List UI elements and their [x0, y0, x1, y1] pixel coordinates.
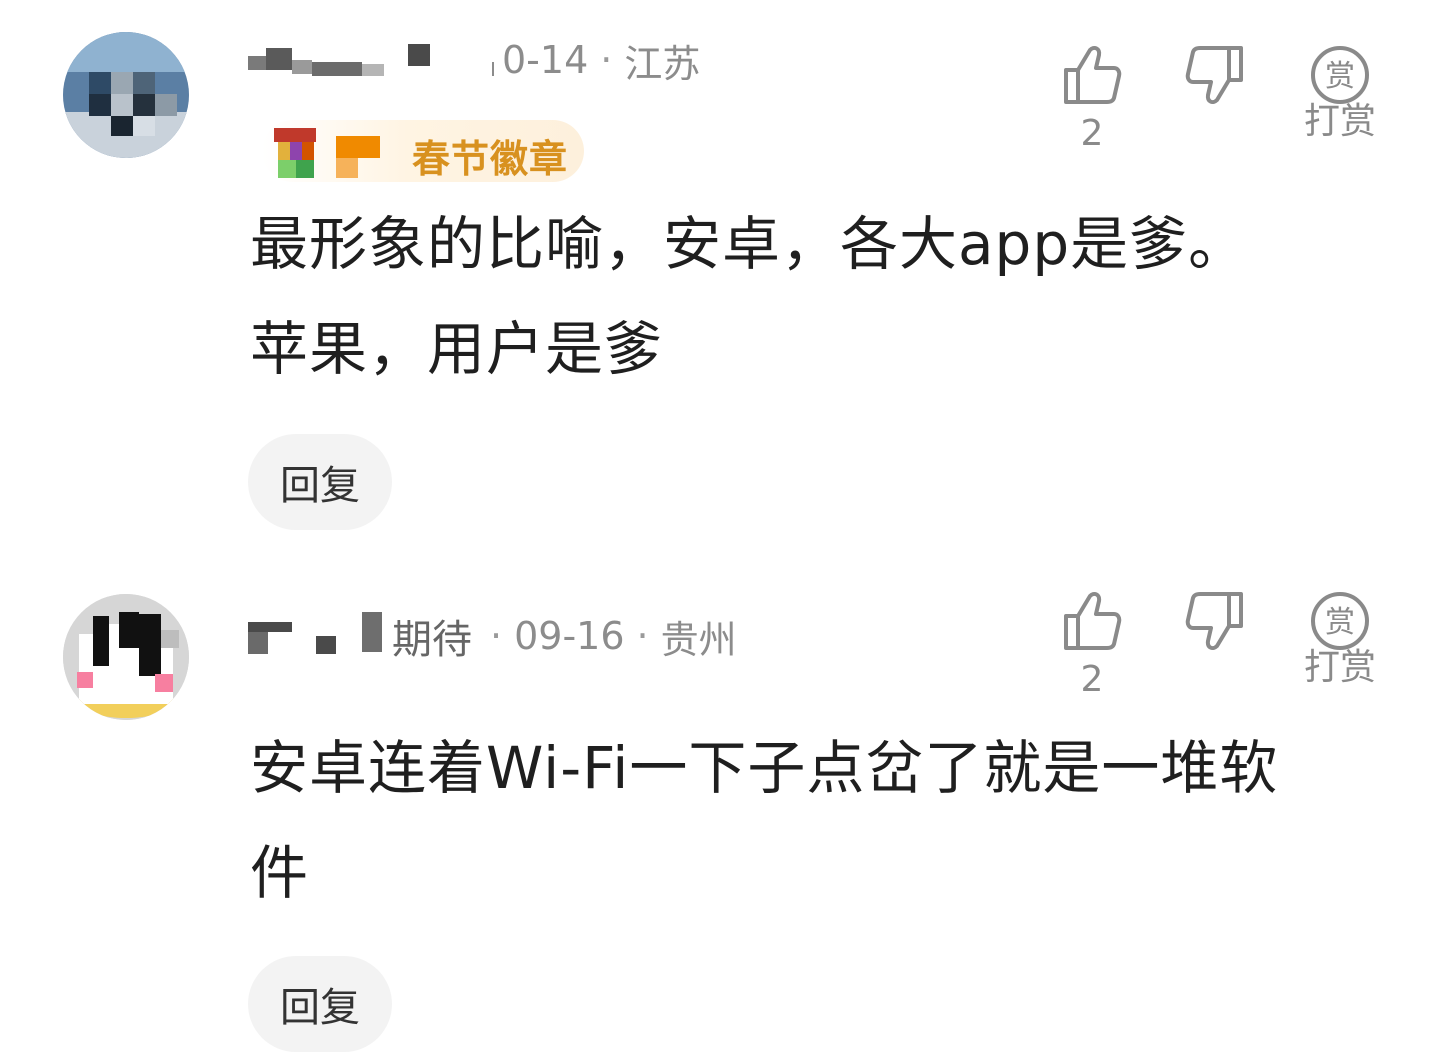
username-masked[interactable] — [248, 612, 384, 660]
reward-icon-char: 赏 — [1325, 59, 1355, 94]
reward-icon: 赏 — [1311, 592, 1369, 650]
tip-label: 打赏 — [1303, 101, 1376, 142]
badge-label: 春节徽章 — [412, 137, 569, 181]
comment-date: 09-16 — [514, 614, 625, 658]
badge-icon — [274, 128, 316, 178]
comment-meta: 期待 · 09-16 · 贵州 — [248, 608, 737, 664]
reply-button[interactable]: 回复 — [248, 956, 392, 1052]
comment-text-line: 件 — [250, 839, 310, 907]
comment-text-line: 安卓连着Wi-Fi一下子点岔了就是一堆软 — [250, 734, 1279, 802]
username-visible-part[interactable]: 期待 — [392, 607, 472, 665]
like-count: 2 — [1080, 113, 1104, 154]
meta-separator: · — [600, 38, 613, 82]
comment-text: 安卓连着Wi-Fi一下子点岔了就是一堆软 件 — [250, 716, 1380, 926]
like-button[interactable]: 2 — [1037, 590, 1147, 700]
comment-item: 0-14 · 江苏 春节徽章 最形象的比喻，安卓，各大app是爹。 苹果，用户是… — [0, 0, 1440, 560]
comment-text-line: 苹果，用户是爹 — [250, 315, 664, 383]
like-count: 2 — [1080, 659, 1104, 700]
festival-badge[interactable]: 春节徽章 — [262, 120, 584, 182]
badge-masked-text — [336, 136, 380, 178]
comment-meta: 0-14 · 江苏 — [248, 32, 700, 88]
meta-separator: · — [490, 614, 503, 658]
user-avatar[interactable] — [63, 32, 189, 158]
comment-location: 贵州 — [660, 617, 737, 662]
thumbs-down-icon — [1185, 592, 1243, 651]
username-masked[interactable] — [248, 36, 494, 84]
reply-button[interactable]: 回复 — [248, 434, 392, 530]
comment-location: 江苏 — [624, 41, 701, 86]
dislike-button[interactable] — [1160, 590, 1270, 652]
comment-date: 0-14 — [502, 38, 589, 82]
meta-separator: · — [636, 614, 649, 658]
thumbs-up-icon — [1064, 45, 1122, 104]
tip-button[interactable]: 赏 打赏 — [1285, 44, 1395, 142]
tip-label: 打赏 — [1303, 647, 1376, 688]
thumbs-down-icon — [1185, 46, 1243, 105]
thumbs-up-icon — [1064, 591, 1122, 650]
dislike-button[interactable] — [1160, 44, 1270, 106]
reward-icon-char: 赏 — [1325, 605, 1355, 640]
comment-text: 最形象的比喻，安卓，各大app是爹。 苹果，用户是爹 — [250, 192, 1380, 402]
tip-button[interactable]: 赏 打赏 — [1285, 590, 1395, 688]
reward-icon: 赏 — [1311, 46, 1369, 104]
user-avatar[interactable] — [63, 594, 189, 720]
comment-item: 期待 · 09-16 · 贵州 安卓连着Wi-Fi一下子点岔了就是一堆软 件 回… — [0, 560, 1440, 1057]
like-button[interactable]: 2 — [1037, 44, 1147, 154]
comment-text-line: 最形象的比喻，安卓，各大app是爹。 — [250, 210, 1248, 278]
